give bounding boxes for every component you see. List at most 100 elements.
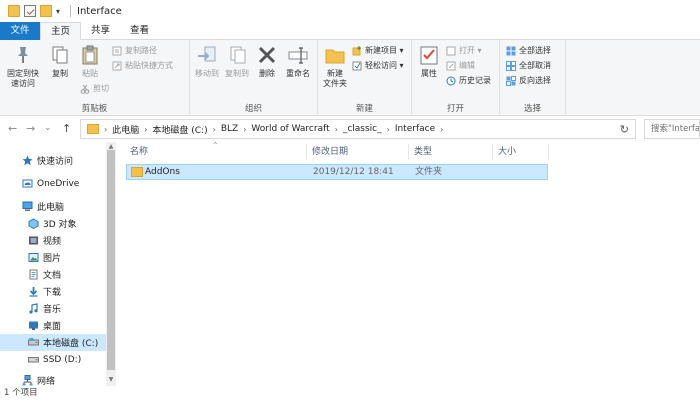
- copy-to-button[interactable]: 复制到: [222, 44, 252, 79]
- table-row[interactable]: AddOns 2019/12/12 18:41 文件夹: [126, 164, 548, 180]
- window-title: Interface: [77, 5, 122, 17]
- ribbon-tabs: 文件 主页 共享 查看: [0, 22, 700, 40]
- nav-item-music[interactable]: 音乐: [0, 300, 106, 317]
- nav-item-ssd-d[interactable]: SSD (D:): [0, 351, 106, 368]
- nav-item-desktop[interactable]: 桌面: [0, 317, 106, 334]
- new-folder-button[interactable]: 新建 文件夹: [320, 44, 350, 89]
- select-none-icon: [506, 61, 516, 71]
- forward-button[interactable]: →: [26, 122, 35, 135]
- nav-item-label: 图片: [43, 254, 62, 264]
- status-item-count: 1 个项目: [4, 388, 38, 398]
- scroll-up-arrow-icon[interactable]: ▲: [107, 143, 115, 150]
- video-icon: [28, 235, 39, 246]
- tab-file[interactable]: 文件: [0, 22, 40, 40]
- file-list: 名称 ⌃ 修改日期 类型 大小 AddOns 2019/12/12 18:41 …: [116, 141, 700, 386]
- properties-quick-icon[interactable]: [24, 5, 36, 17]
- copy-button[interactable]: 复制: [46, 44, 74, 79]
- breadcrumb-blz[interactable]: BLZ: [221, 124, 238, 134]
- nav-item-onedrive[interactable]: OneDrive: [0, 175, 106, 192]
- move-to-icon: [196, 44, 218, 66]
- copy-icon: [49, 44, 71, 66]
- breadcrumb-separator[interactable]: ›: [243, 125, 246, 134]
- nav-item-documents[interactable]: 文档: [0, 266, 106, 283]
- move-to-button[interactable]: 移动到: [192, 44, 222, 79]
- breadcrumb-interface[interactable]: Interface: [395, 124, 435, 134]
- new-group: 新建 文件夹 新建项目 ▾ 轻松访问 ▾ 新建: [318, 40, 412, 116]
- nav-item-3d-objects[interactable]: 3D 对象: [0, 215, 106, 232]
- nav-item-this-pc[interactable]: 此电脑: [0, 198, 106, 215]
- address-toolbar: ← → ⌄ ↑ › 此电脑 › 本地磁盘 (C:) › BLZ › World …: [0, 116, 700, 142]
- nav-item-downloads[interactable]: 下载: [0, 283, 106, 300]
- column-divider[interactable]: [306, 144, 307, 160]
- rename-button[interactable]: 重命名: [282, 44, 314, 79]
- nav-item-pictures[interactable]: 图片: [0, 249, 106, 266]
- column-header-size[interactable]: 大小: [498, 144, 516, 160]
- tab-view[interactable]: 查看: [120, 22, 159, 40]
- cut-button[interactable]: 剪切: [80, 82, 109, 96]
- search-input[interactable]: 搜索"Interface": [644, 119, 700, 139]
- pin-quick-access-button[interactable]: 固定到快 速访问: [6, 44, 40, 89]
- new-folder-label-2: 文件夹: [323, 79, 347, 88]
- new-group-label: 新建: [355, 104, 373, 114]
- breadcrumb-separator[interactable]: ›: [144, 125, 147, 134]
- new-folder-quick-icon[interactable]: [40, 5, 52, 17]
- address-bar[interactable]: › 此电脑 › 本地磁盘 (C:) › BLZ › World of Warcr…: [80, 119, 636, 139]
- nav-item-quick-access[interactable]: 快速访问: [0, 152, 106, 169]
- network-icon: [22, 375, 33, 386]
- breadcrumb-separator[interactable]: ›: [387, 125, 390, 134]
- select-all-button[interactable]: 全部选择: [506, 44, 551, 58]
- scissors-icon: [80, 84, 90, 94]
- invert-selection-button[interactable]: 反向选择: [506, 74, 551, 88]
- clipboard-icon: [79, 44, 101, 66]
- breadcrumb-this-pc[interactable]: 此电脑: [112, 123, 139, 136]
- select-none-button[interactable]: 全部取消: [506, 59, 551, 73]
- open-button[interactable]: 打开 ▾: [446, 44, 482, 58]
- nav-item-videos[interactable]: 视频: [0, 232, 106, 249]
- cut-label: 剪切: [93, 84, 109, 93]
- back-button[interactable]: ←: [8, 122, 17, 135]
- paste-label: 粘贴: [82, 69, 98, 78]
- new-item-button[interactable]: 新建项目 ▾: [352, 44, 404, 58]
- pin-icon: [12, 44, 34, 66]
- up-button[interactable]: ↑: [62, 122, 71, 135]
- breadcrumb-separator[interactable]: ›: [335, 125, 338, 134]
- easy-access-button[interactable]: 轻松访问 ▾: [352, 59, 404, 73]
- new-item-icon: [352, 46, 362, 56]
- breadcrumb-separator[interactable]: ›: [440, 125, 443, 134]
- tab-share[interactable]: 共享: [81, 22, 120, 40]
- properties-button[interactable]: 属性: [416, 44, 442, 79]
- delete-button[interactable]: 删除: [254, 44, 280, 79]
- refresh-button[interactable]: ↻: [620, 123, 629, 136]
- column-header-modified[interactable]: 修改日期: [312, 144, 348, 160]
- edit-button[interactable]: 编辑: [446, 59, 475, 73]
- column-divider[interactable]: [492, 144, 493, 160]
- column-divider[interactable]: [548, 144, 549, 160]
- recent-locations-button[interactable]: ⌄: [44, 123, 52, 133]
- column-header-name[interactable]: 名称: [130, 144, 148, 160]
- breadcrumb-separator[interactable]: ›: [213, 125, 216, 134]
- paste-button[interactable]: 粘贴: [76, 44, 104, 79]
- title-divider: [70, 5, 71, 17]
- scrollbar-thumb[interactable]: [107, 150, 115, 370]
- paste-shortcut-button[interactable]: 粘贴快捷方式: [112, 59, 173, 73]
- navigation-scrollbar[interactable]: ▲ ▼: [106, 142, 116, 386]
- drive-icon: [28, 354, 39, 365]
- copy-path-label: 复制路径: [125, 46, 157, 55]
- open-group: 属性 打开 ▾ 编辑 历史记录 打开: [412, 40, 500, 116]
- select-group: 全部选择 全部取消 反向选择 选择: [500, 40, 566, 116]
- nav-item-local-disk-c[interactable]: 本地磁盘 (C:): [0, 334, 106, 351]
- customize-toolbar-icon[interactable]: ▾: [56, 7, 64, 16]
- breadcrumb-local-disk[interactable]: 本地磁盘 (C:): [152, 123, 207, 136]
- scroll-down-arrow-icon[interactable]: ▼: [107, 376, 115, 383]
- column-header-type[interactable]: 类型: [414, 144, 432, 160]
- history-button[interactable]: 历史记录: [446, 74, 491, 88]
- breadcrumb-classic[interactable]: _classic_: [343, 124, 382, 134]
- tab-home[interactable]: 主页: [40, 22, 82, 40]
- folder-icon[interactable]: [8, 5, 20, 17]
- clipboard-group-label: 剪贴板: [81, 104, 108, 114]
- title-bar: ▾ Interface: [0, 0, 700, 22]
- copy-to-icon: [226, 44, 248, 66]
- breadcrumb-wow[interactable]: World of Warcraft: [251, 124, 329, 134]
- copy-path-button[interactable]: 复制路径: [112, 44, 157, 58]
- column-divider[interactable]: [408, 144, 409, 160]
